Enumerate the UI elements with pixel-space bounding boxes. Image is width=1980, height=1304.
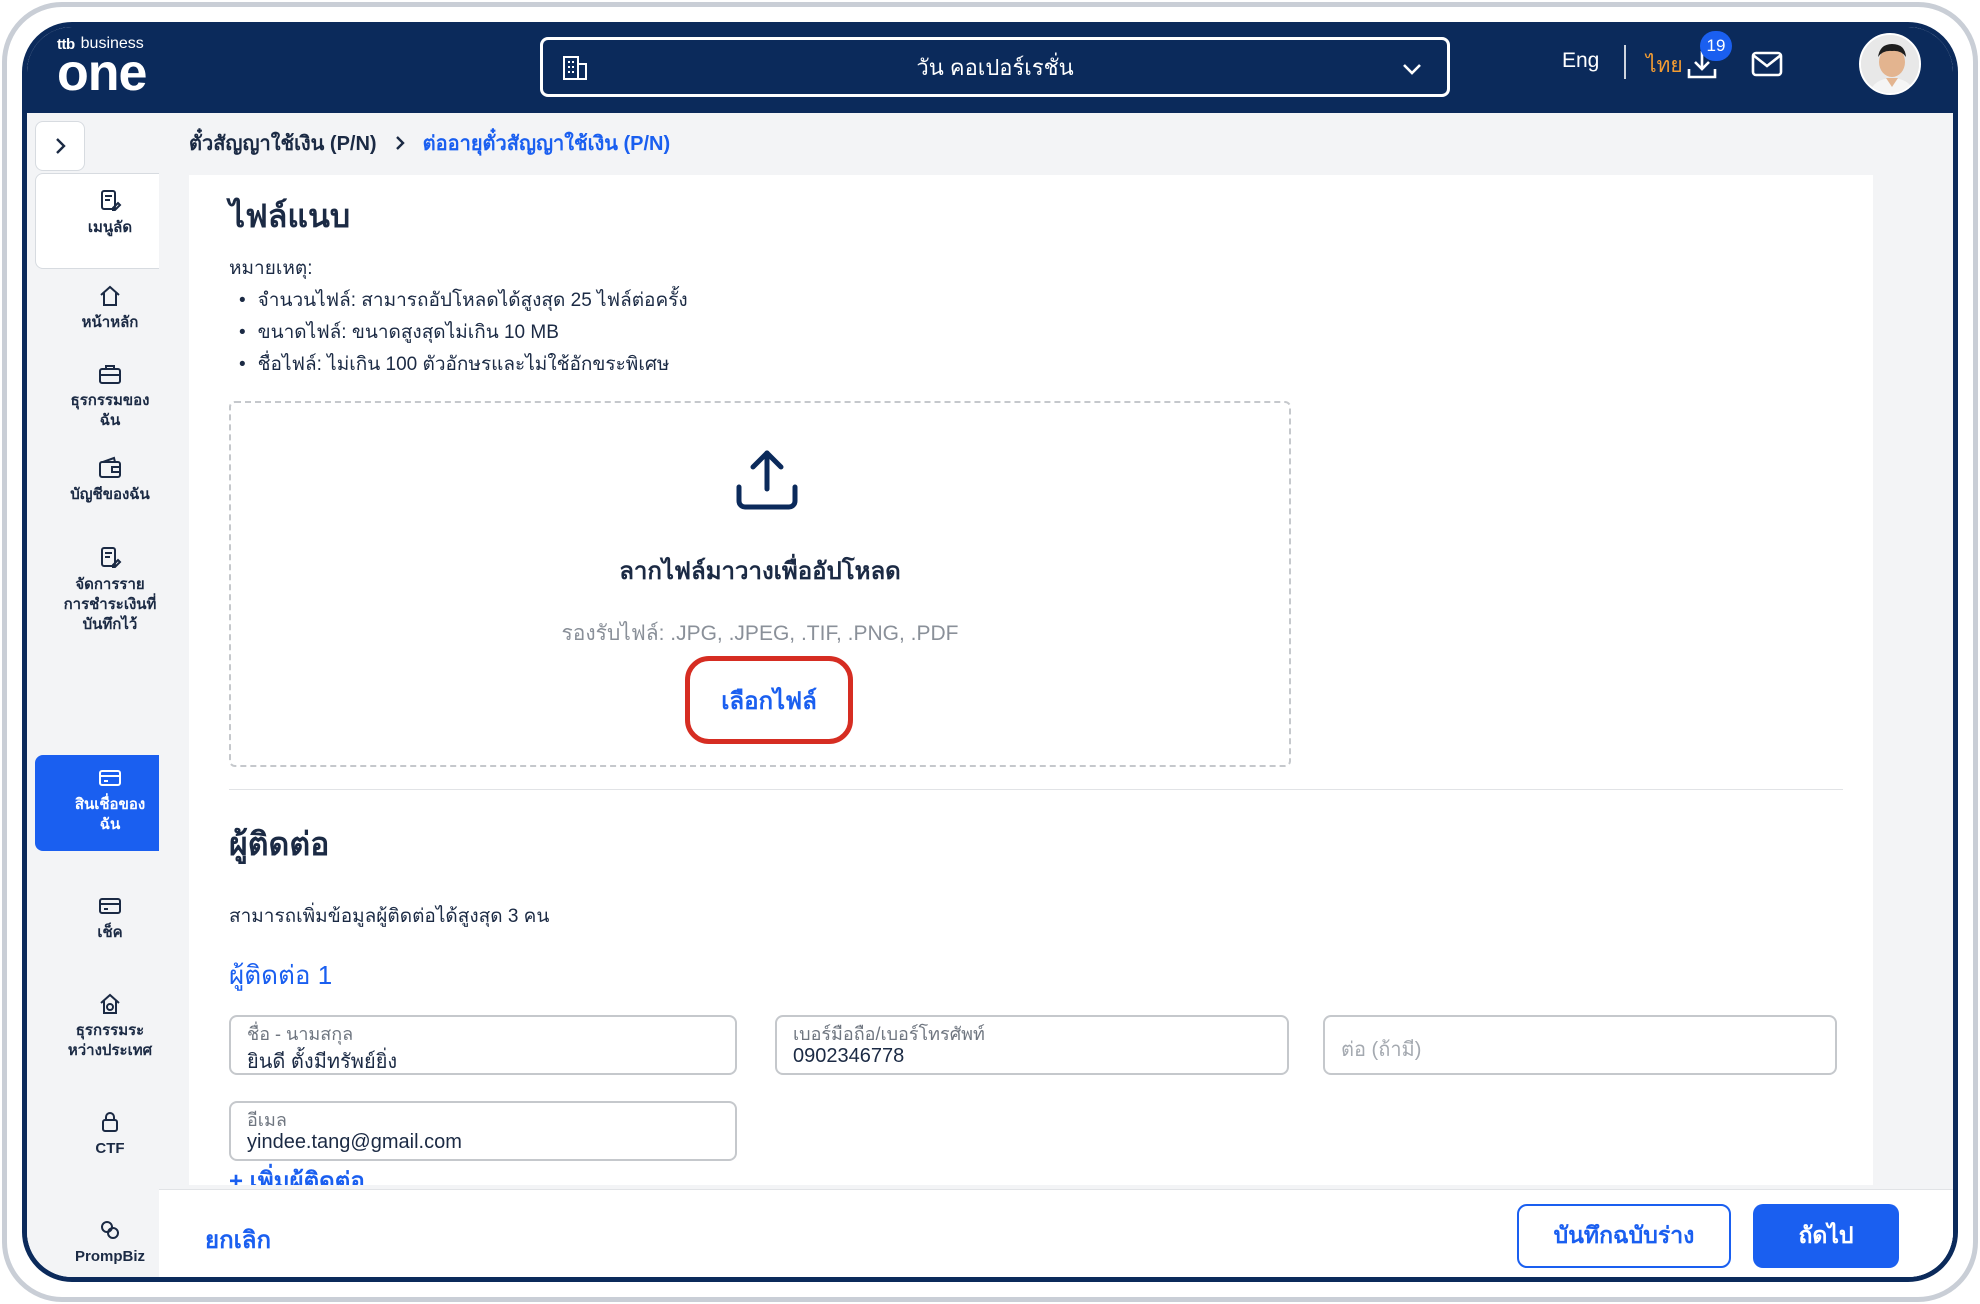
sidebar-item-label: PrompBiz — [74, 1248, 145, 1265]
document-edit-icon — [101, 190, 122, 211]
name-field[interactable]: ชื่อ - นามสกุล ยินดี ตั้งมีทรัพย์ยิ่ง — [229, 1015, 737, 1075]
choose-file-button[interactable]: เลือกไฟล์ — [685, 656, 853, 744]
chevron-right-icon — [395, 136, 405, 150]
phone-field-value: 0902346778 — [793, 1045, 905, 1067]
next-button[interactable]: ถัดไป — [1753, 1204, 1899, 1268]
company-selector[interactable]: วัน คอเปอร์เรชั่น — [540, 37, 1450, 97]
home-icon — [100, 285, 120, 306]
attachment-notes: หมายเหตุ: จำนวนไฟล์: สามารถอัปโหลดได้สูง… — [229, 253, 688, 381]
sidebar-item-label: ธุรกรรมของ ฉัน — [70, 392, 150, 429]
cheque-icon — [99, 898, 121, 914]
chevron-down-icon — [1403, 64, 1421, 75]
contacts-title: ผู้ติดต่อ — [229, 826, 330, 862]
phone-field-label: เบอร์มือถือ/เบอร์โทรศัพท์ — [793, 1024, 985, 1044]
sidebar-item-label: ธุรกรรมระ หว่างประเทศ — [67, 1022, 153, 1059]
company-name: วัน คอเปอร์เรชั่น — [916, 54, 1074, 80]
mail-icon[interactable] — [1750, 49, 1784, 79]
note-item: ชื่อไฟล์: ไม่เกิน 100 ตัวอักษรและไม่ใช้อ… — [239, 349, 688, 381]
email-field-label: อีเมล — [247, 1110, 287, 1130]
document-edit-icon — [101, 547, 122, 568]
lang-thai[interactable]: ไทย — [1646, 49, 1683, 82]
cancel-button[interactable]: ยกเลิก — [205, 1220, 271, 1259]
form-card: ไฟล์แนบ หมายเหตุ: จำนวนไฟล์: สามารถอัปโห… — [189, 175, 1873, 1185]
note-label: หมายเหตุ: — [229, 258, 313, 279]
logo-main-text: one — [57, 44, 147, 102]
card-icon — [99, 770, 121, 786]
file-dropzone[interactable]: ลากไฟล์มาวางเพื่ออัปโหลด รองรับไฟล์: .JP… — [229, 401, 1291, 767]
sidebar-expand-button[interactable] — [35, 121, 85, 171]
dropzone-formats: รองรับไฟล์: .JPG, .JPEG, .TIF, .PNG, .PD… — [561, 622, 959, 645]
breadcrumb-parent[interactable]: ตั๋วสัญญาใช้เงิน (P/N) — [189, 127, 377, 159]
breadcrumb-current: ต่ออายุตั๋วสัญญาใช้เงิน (P/N) — [422, 133, 671, 155]
email-field-value: yindee.tang@gmail.com — [247, 1131, 462, 1153]
sidebar: เมนูลัด หน้าหลัก ธุรกรรมของ ฉัน บัญชีของ… — [27, 113, 185, 1277]
main-area: ตั๋วสัญญาใช้เงิน (P/N) ต่ออายุตั๋วสัญญาใ… — [159, 113, 1953, 1277]
breadcrumb: ตั๋วสัญญาใช้เงิน (P/N) ต่ออายุตั๋วสัญญาใ… — [189, 127, 670, 159]
section-divider — [229, 789, 1843, 790]
sidebar-item-label: เมนูลัด — [87, 219, 133, 236]
building-icon — [563, 56, 587, 80]
top-header: ttb business one วัน คอเปอร์เรชั่น Eng ไ… — [27, 27, 1953, 113]
wallet-icon — [99, 456, 121, 478]
globe-home-icon — [100, 993, 120, 1014]
dropzone-title: ลากไฟล์มาวางเพื่ออัปโหลด — [619, 558, 901, 585]
chevron-right-icon — [56, 138, 66, 154]
brand-logo[interactable]: ttb business one — [57, 35, 147, 102]
action-footer: ยกเลิก บันทึกฉบับร่าง ถัดไป — [159, 1189, 1953, 1277]
extension-field[interactable]: ต่อ (ถ้ามี) — [1323, 1015, 1837, 1075]
add-contact-link[interactable]: + เพิ่มผู้ติดต่อ — [229, 1161, 365, 1185]
contact-1-heading: ผู้ติดต่อ 1 — [229, 960, 333, 990]
name-field-value: ยินดี ตั้งมีทรัพย์ยิ่ง — [247, 1051, 398, 1073]
lang-english[interactable]: Eng — [1562, 49, 1599, 73]
avatar-person-icon — [1861, 35, 1919, 93]
contacts-subtitle: สามารถเพิ่มข้อมูลผู้ติดต่อได้สูงสุด 3 คน — [229, 906, 550, 927]
phone-field[interactable]: เบอร์มือถือ/เบอร์โทรศัพท์ 0902346778 — [775, 1015, 1289, 1075]
sidebar-item-label: จัดการราย การชำระเงินที่ บันทึกไว้ — [63, 576, 157, 633]
avatar[interactable] — [1859, 33, 1921, 95]
lang-divider — [1624, 45, 1626, 79]
attachments-title: ไฟล์แนบ — [229, 198, 351, 234]
sidebar-item-label: สินเชื่อของ ฉัน — [74, 796, 146, 833]
email-field[interactable]: อีเมล yindee.tang@gmail.com — [229, 1101, 737, 1161]
coins-icon — [101, 1221, 119, 1239]
sidebar-item-label: CTF — [95, 1140, 125, 1157]
note-item: จำนวนไฟล์: สามารถอัปโหลดได้สูงสุด 25 ไฟล… — [239, 285, 688, 317]
extension-placeholder: ต่อ (ถ้ามี) — [1341, 1039, 1422, 1061]
upload-icon — [736, 450, 798, 510]
lock-icon — [102, 1112, 118, 1132]
save-draft-button[interactable]: บันทึกฉบับร่าง — [1517, 1204, 1731, 1268]
name-field-label: ชื่อ - นามสกุล — [247, 1024, 354, 1044]
sidebar-item-label: เช็ค — [97, 924, 123, 941]
download-badge: 19 — [1700, 31, 1732, 61]
app-window: ttb business one วัน คอเปอร์เรชั่น Eng ไ… — [22, 22, 1958, 1282]
briefcase-icon — [99, 365, 121, 384]
note-item: ขนาดไฟล์: ขนาดสูงสุดไม่เกิน 10 MB — [239, 317, 688, 349]
sidebar-item-label: หน้าหลัก — [81, 314, 139, 331]
sidebar-item-label: บัญชีของฉัน — [70, 486, 150, 503]
